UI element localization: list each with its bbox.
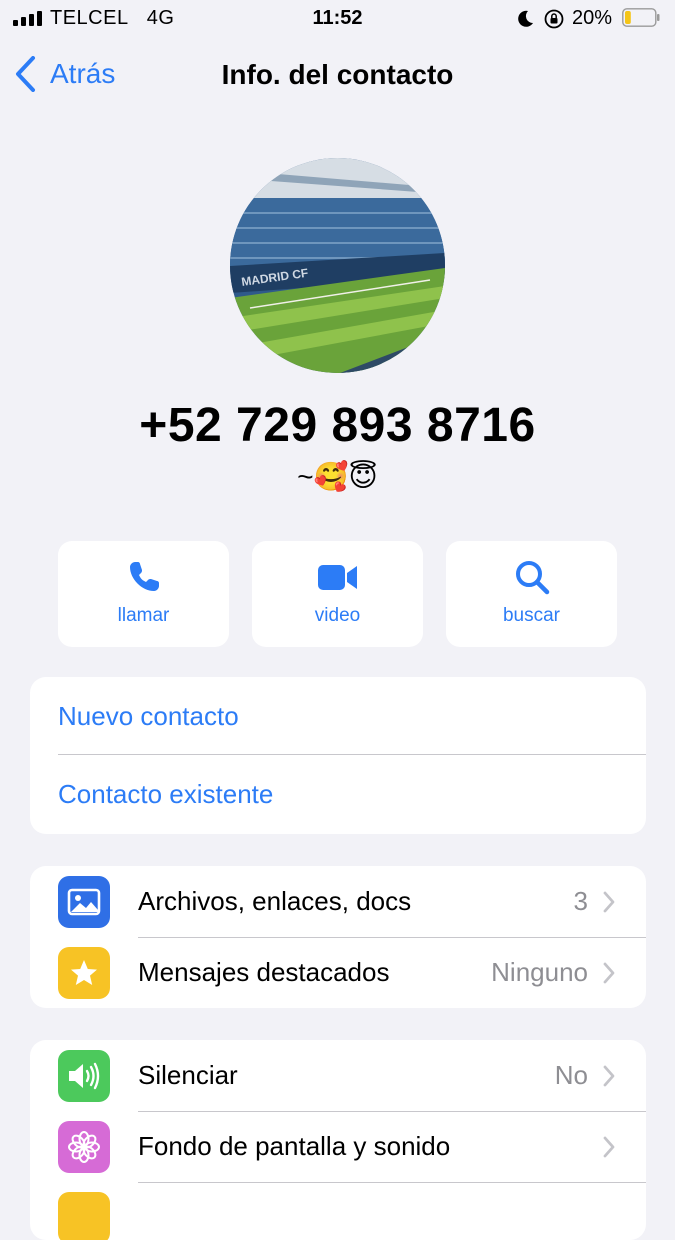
stadium-photo: MADRID CF bbox=[230, 158, 445, 373]
next-settings-row[interactable] bbox=[30, 1182, 646, 1240]
media-card: Archivos, enlaces, docs 3 Mensajes desta… bbox=[30, 866, 646, 1008]
call-button[interactable]: llamar bbox=[58, 541, 229, 647]
wallpaper-sound-label: Fondo de pantalla y sonido bbox=[138, 1131, 451, 1161]
settings-card: Silenciar No Fondo de pantalla y sonido bbox=[30, 1040, 646, 1240]
quick-actions: llamar video buscar bbox=[58, 541, 617, 647]
video-label: video bbox=[314, 605, 361, 626]
media-count: 3 bbox=[573, 886, 588, 916]
call-label: llamar bbox=[117, 605, 170, 626]
status-bar: TELCEL 4G 11:52 20% bbox=[0, 0, 675, 38]
chevron-right-icon bbox=[603, 1065, 615, 1087]
mute-value: No bbox=[554, 1060, 588, 1090]
speaker-icon bbox=[58, 1050, 110, 1102]
media-links-docs-row[interactable]: Archivos, enlaces, docs 3 bbox=[30, 866, 646, 937]
video-call-button[interactable]: video bbox=[252, 541, 423, 647]
media-links-docs-label: Archivos, enlaces, docs bbox=[138, 886, 412, 916]
contact-phone-number: +52 729 893 8716 bbox=[139, 399, 536, 452]
photo-icon bbox=[58, 876, 110, 928]
mute-label: Silenciar bbox=[138, 1060, 238, 1090]
mute-row[interactable]: Silenciar No bbox=[30, 1040, 646, 1111]
starred-messages-row[interactable]: Mensajes destacados Ninguno bbox=[30, 937, 646, 1008]
flower-icon bbox=[58, 1121, 110, 1173]
battery-percent: 20% bbox=[572, 7, 613, 29]
new-contact-button[interactable]: Nuevo contacto bbox=[30, 677, 646, 755]
wallpaper-sound-row[interactable]: Fondo de pantalla y sonido bbox=[30, 1111, 646, 1182]
contact-avatar[interactable]: MADRID CF bbox=[230, 158, 445, 373]
settings-icon bbox=[58, 1192, 110, 1240]
starred-messages-label: Mensajes destacados bbox=[138, 957, 390, 987]
chevron-right-icon bbox=[603, 891, 615, 913]
chevron-right-icon bbox=[603, 1136, 615, 1158]
new-contact-label: Nuevo contacto bbox=[58, 701, 239, 731]
existing-contact-label: Contacto existente bbox=[58, 779, 274, 809]
navigation-bar: Atrás Info. del contacto bbox=[0, 40, 675, 112]
existing-contact-button[interactable]: Contacto existente bbox=[30, 755, 646, 833]
starred-messages-value: Ninguno bbox=[491, 957, 588, 987]
search-button[interactable]: buscar bbox=[446, 541, 617, 647]
page-title: Info. del contacto bbox=[221, 59, 454, 90]
moon-icon bbox=[518, 10, 533, 27]
contact-about: ~🥰😇 bbox=[297, 461, 378, 492]
star-icon bbox=[58, 947, 110, 999]
video-camera-icon bbox=[317, 565, 357, 590]
phone-icon bbox=[129, 562, 159, 591]
search-label: buscar bbox=[502, 605, 561, 626]
rotation-lock-icon bbox=[544, 9, 564, 29]
battery-icon bbox=[622, 8, 660, 27]
contact-options-card: Nuevo contacto Contacto existente bbox=[30, 677, 646, 834]
chevron-right-icon bbox=[603, 962, 615, 984]
search-icon bbox=[515, 561, 549, 595]
